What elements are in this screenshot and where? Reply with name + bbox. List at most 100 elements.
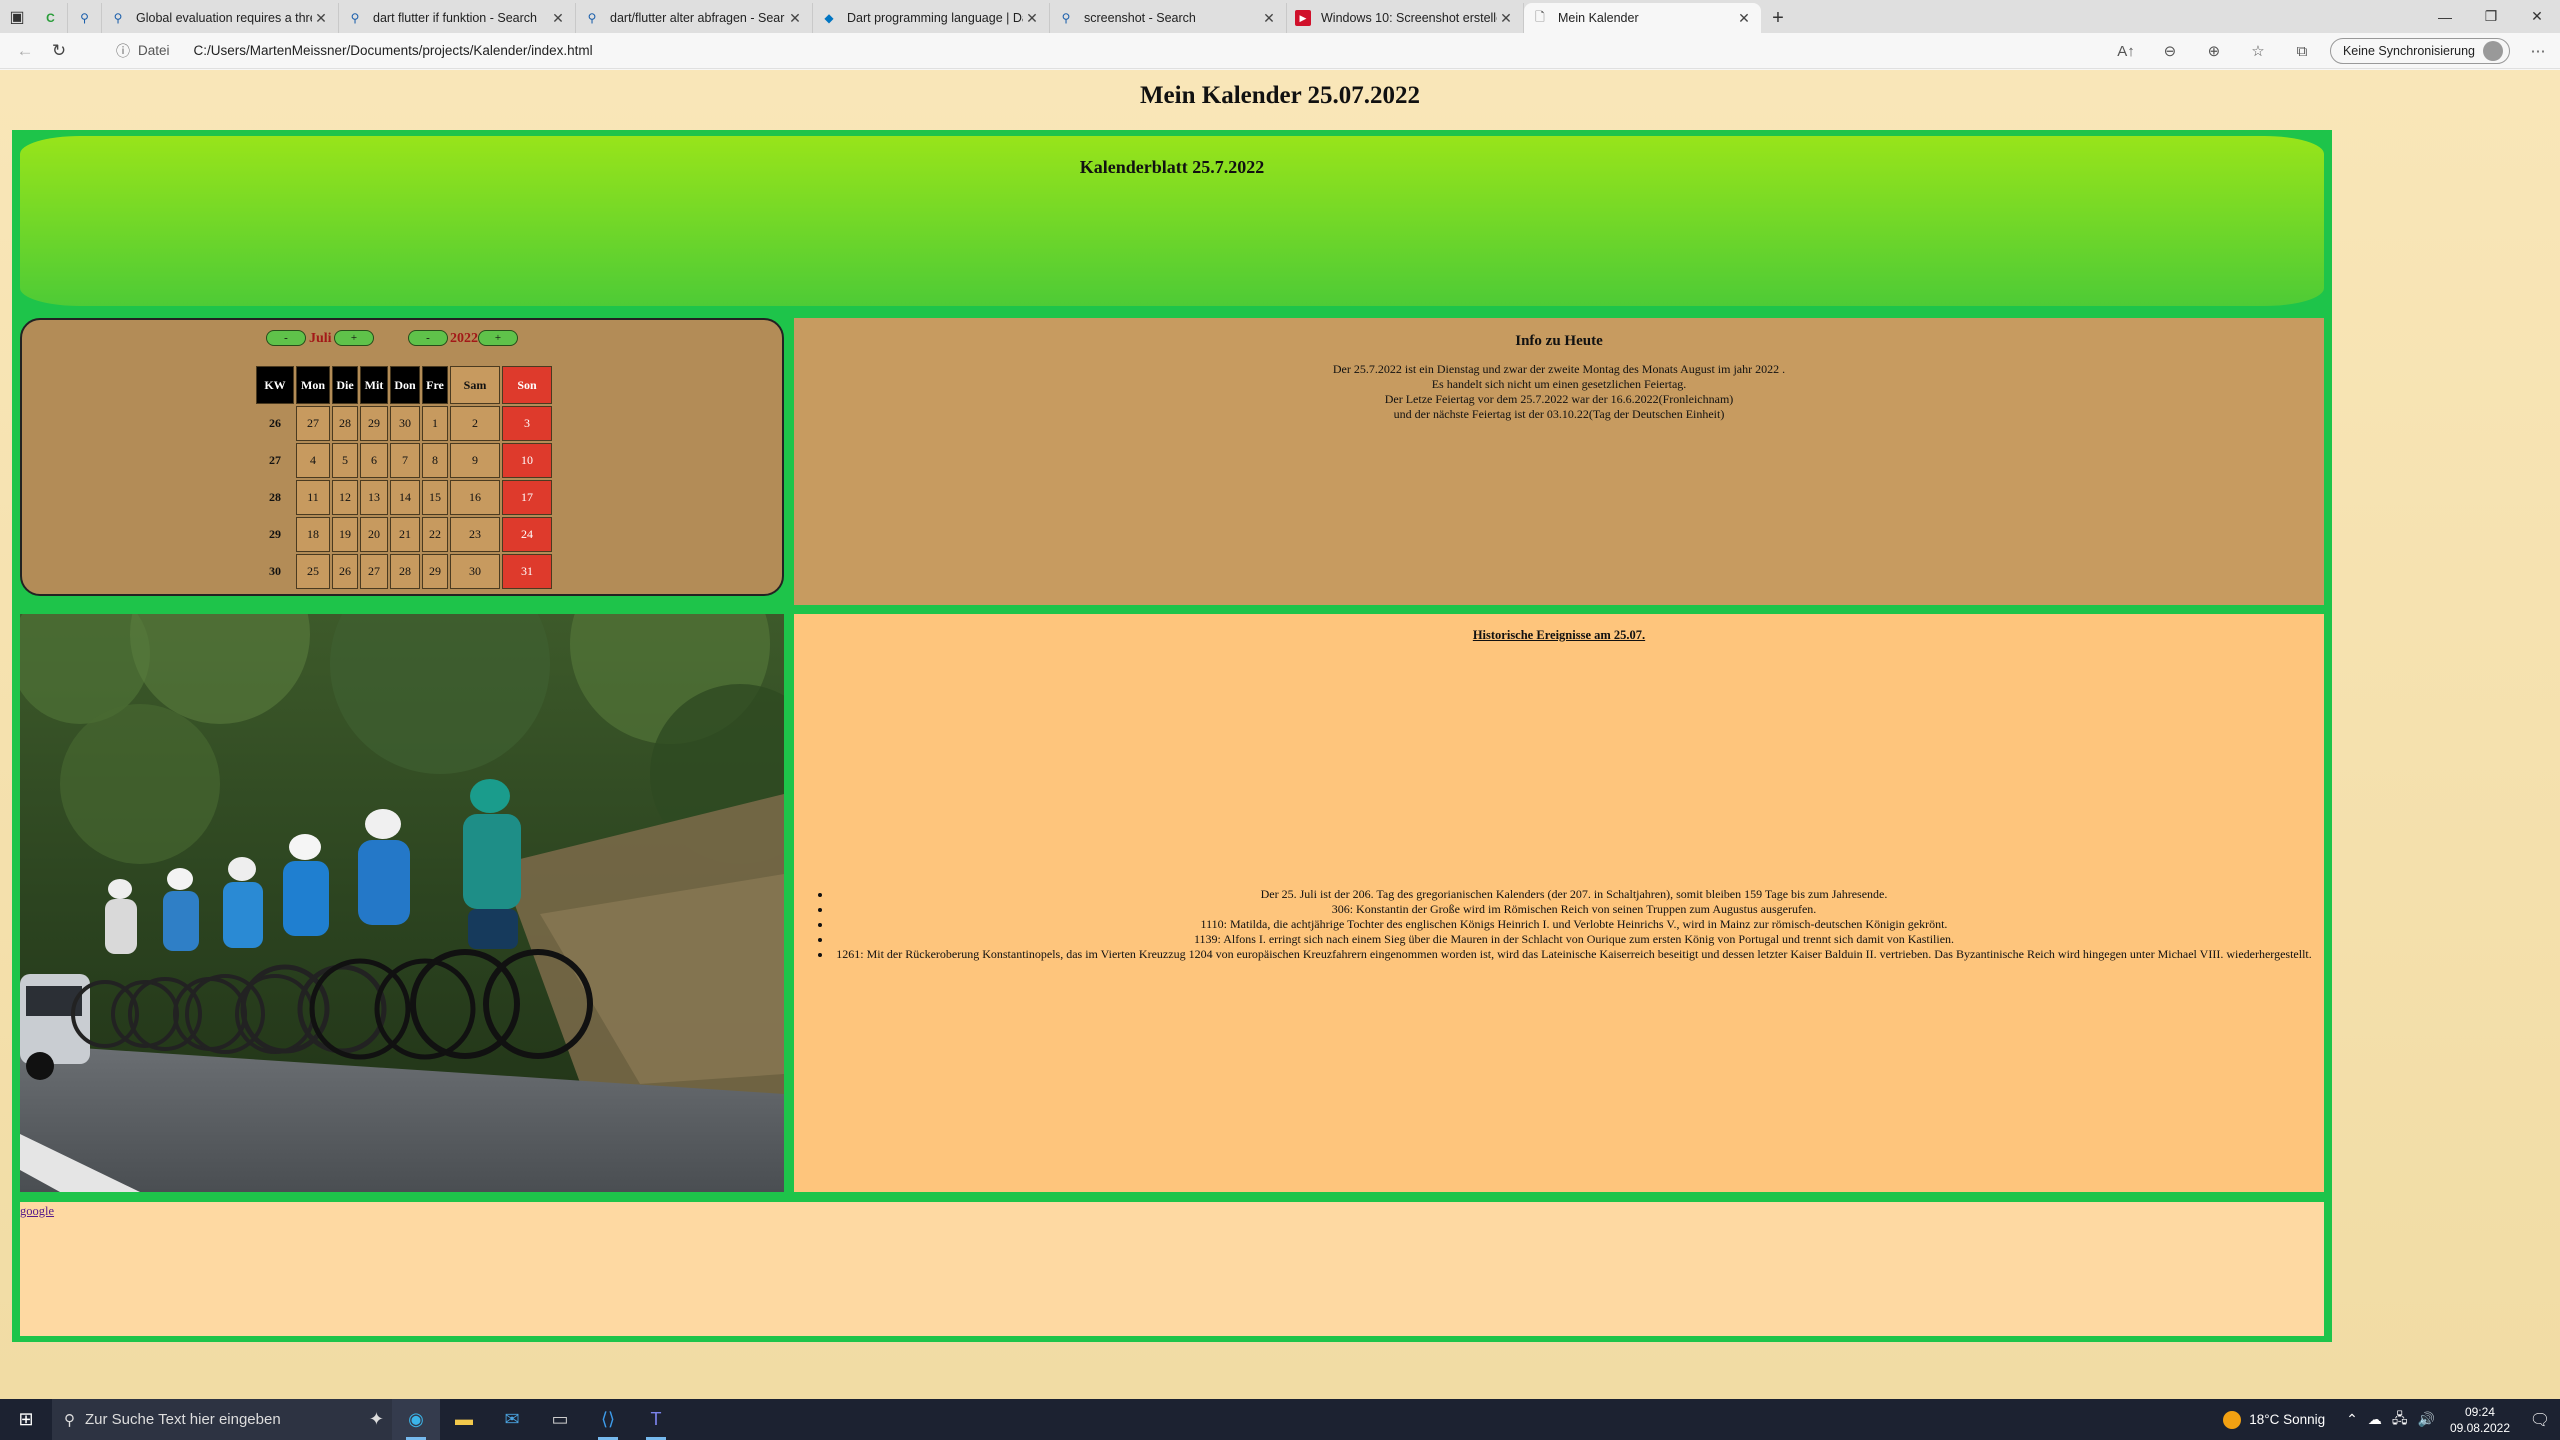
info-icon[interactable]: ⓘ	[116, 41, 130, 61]
browser-tab[interactable]: ⚲ Global evaluation requires a thre ✕	[102, 3, 339, 33]
saturday-cell[interactable]: 23	[450, 517, 500, 552]
browser-tab[interactable]: ◆ Dart programming language | Da ✕	[813, 3, 1050, 33]
read-aloud-icon[interactable]: A↑	[2104, 43, 2148, 60]
day-cell[interactable]: 6	[360, 443, 388, 478]
next-month-button[interactable]: +	[334, 330, 374, 346]
saturday-cell[interactable]: 2	[450, 406, 500, 441]
day-cell[interactable]: 30	[390, 406, 420, 441]
day-cell[interactable]: 5	[332, 443, 358, 478]
saturday-cell[interactable]: 9	[450, 443, 500, 478]
taskbar-search[interactable]: ⚲ Zur Suche Text hier eingeben ✦	[52, 1399, 392, 1440]
browser-tab[interactable]: ⚲ dart/flutter alter abfragen - Sear ✕	[576, 3, 813, 33]
day-cell[interactable]: 22	[422, 517, 448, 552]
saturday-cell[interactable]: 30	[450, 554, 500, 589]
mail-icon[interactable]: ✉	[488, 1399, 536, 1440]
teams-icon[interactable]: T	[632, 1399, 680, 1440]
favorites-icon[interactable]: ☆	[2236, 42, 2280, 60]
vscode-icon[interactable]: ⟨⟩	[584, 1399, 632, 1440]
browser-tab[interactable]: ⚲ dart flutter if funktion - Search ✕	[339, 3, 576, 33]
close-tab-icon[interactable]: ✕	[786, 10, 804, 27]
day-cell[interactable]: 25	[296, 554, 330, 589]
browser-tab[interactable]: ▶ Windows 10: Screenshot erstelle ✕	[1287, 3, 1524, 33]
day-cell[interactable]: 11	[296, 480, 330, 515]
avatar-icon	[2483, 41, 2503, 61]
clock[interactable]: 09:24 09.08.2022	[2450, 1404, 2510, 1436]
sunday-cell[interactable]: 24	[502, 517, 552, 552]
close-tab-icon[interactable]: ✕	[312, 10, 330, 27]
zoom-icon[interactable]: ⊖	[2148, 42, 2192, 60]
sunday-cell[interactable]: 17	[502, 480, 552, 515]
day-cell[interactable]: 28	[390, 554, 420, 589]
network-icon[interactable]: 🖧	[2392, 1408, 2408, 1432]
url-field[interactable]: ⓘ Datei C:/Users/MartenMeissner/Document…	[116, 41, 593, 61]
calendar-table: KW Mon Die Mit Don Fre Sam Son 26 27 28	[254, 364, 554, 591]
tab-title: dart flutter if funktion - Search	[373, 11, 537, 25]
clock-date: 09.08.2022	[2449, 1420, 2510, 1435]
sync-button[interactable]: Keine Synchronisierung	[2329, 38, 2510, 64]
day-cell[interactable]: 21	[390, 517, 420, 552]
weather-widget[interactable]: 18°C Sonnig	[2223, 1410, 2325, 1429]
close-tab-icon[interactable]: ✕	[549, 10, 567, 27]
calendar-header-row: KW Mon Die Mit Don Fre Sam Son	[256, 366, 552, 404]
day-cell[interactable]: 27	[360, 554, 388, 589]
restore-icon[interactable]: ❐	[2468, 0, 2514, 33]
day-cell[interactable]: 8	[422, 443, 448, 478]
next-year-button[interactable]: +	[478, 330, 518, 346]
google-link[interactable]: google	[20, 1204, 54, 1219]
more-menu-icon[interactable]: ⋯	[2516, 42, 2560, 60]
edge-browser-icon[interactable]: ◉	[392, 1399, 440, 1440]
calendar-frame: Kalenderblatt 25.7.2022 - Juli + - 2022 …	[12, 130, 2332, 1342]
day-cell[interactable]: 26	[332, 554, 358, 589]
browser-tab[interactable]: ⚲ screenshot - Search ✕	[1050, 3, 1287, 33]
prev-year-button[interactable]: -	[408, 330, 448, 346]
back-arrow-icon[interactable]: ←	[8, 34, 42, 68]
url-text[interactable]: C:/Users/MartenMeissner/Documents/projec…	[194, 43, 593, 58]
sunday-cell[interactable]: 31	[502, 554, 552, 589]
day-cell[interactable]: 20	[360, 517, 388, 552]
windows-start-icon[interactable]: ⊞	[0, 1399, 52, 1440]
prev-month-button[interactable]: -	[266, 330, 306, 346]
year-label: 2022	[450, 331, 478, 346]
sunday-cell[interactable]: 3	[502, 406, 552, 441]
copilot-c-icon: C	[46, 11, 55, 25]
collections-add-icon[interactable]: ⊕	[2192, 42, 2236, 60]
close-window-icon[interactable]: ✕	[2514, 0, 2560, 33]
saturday-cell[interactable]: 16	[450, 480, 500, 515]
reload-icon[interactable]: ↻	[42, 34, 76, 68]
close-tab-icon[interactable]: ✕	[1260, 10, 1278, 27]
day-cell[interactable]: 4	[296, 443, 330, 478]
close-tab-icon[interactable]: ✕	[1497, 10, 1515, 27]
tab-actions-icon[interactable]: ▣	[0, 0, 34, 33]
day-cell[interactable]: 19	[332, 517, 358, 552]
day-cell[interactable]: 28	[332, 406, 358, 441]
calendar-week-row: 29 18 19 20 21 22 23 24	[256, 517, 552, 552]
file-explorer-icon[interactable]: ▬	[440, 1399, 488, 1440]
browser-tab-active[interactable]: 🗋 Mein Kalender ✕	[1524, 3, 1761, 33]
show-hidden-icons-chevron-icon[interactable]: ⌃	[2346, 1411, 2358, 1428]
week-number: 27	[269, 453, 281, 467]
day-cell[interactable]: 29	[422, 554, 448, 589]
terminal-icon[interactable]: ▭	[536, 1399, 584, 1440]
tab-copilot[interactable]: C	[34, 3, 68, 33]
close-tab-icon[interactable]: ✕	[1735, 10, 1753, 27]
day-cell[interactable]: 27	[296, 406, 330, 441]
day-cell[interactable]: 18	[296, 517, 330, 552]
onedrive-cloud-icon[interactable]: ☁	[2368, 1411, 2382, 1428]
new-tab-icon[interactable]: +	[1761, 3, 1795, 33]
day-cell[interactable]: 13	[360, 480, 388, 515]
calendar-week-row: 26 27 28 29 30 1 2 3	[256, 406, 552, 441]
day-cell[interactable]: 12	[332, 480, 358, 515]
close-tab-icon[interactable]: ✕	[1023, 10, 1041, 27]
day-cell[interactable]: 15	[422, 480, 448, 515]
day-cell[interactable]: 7	[390, 443, 420, 478]
day-cell[interactable]: 14	[390, 480, 420, 515]
day-cell[interactable]: 1	[422, 406, 448, 441]
notification-icon[interactable]: 🗨	[2520, 1410, 2560, 1430]
collections-icon[interactable]: ⧉	[2280, 43, 2324, 60]
volume-icon[interactable]: 🔊	[2418, 1411, 2435, 1428]
tab-search-small[interactable]: ⚲	[68, 3, 102, 33]
toolbar-buttons: A↑ ⊖ ⊕ ☆ ⧉ Keine Synchronisierung ⋯	[2104, 33, 2560, 69]
minimize-icon[interactable]: —	[2422, 0, 2468, 33]
sunday-cell[interactable]: 10	[502, 443, 552, 478]
day-cell[interactable]: 29	[360, 406, 388, 441]
